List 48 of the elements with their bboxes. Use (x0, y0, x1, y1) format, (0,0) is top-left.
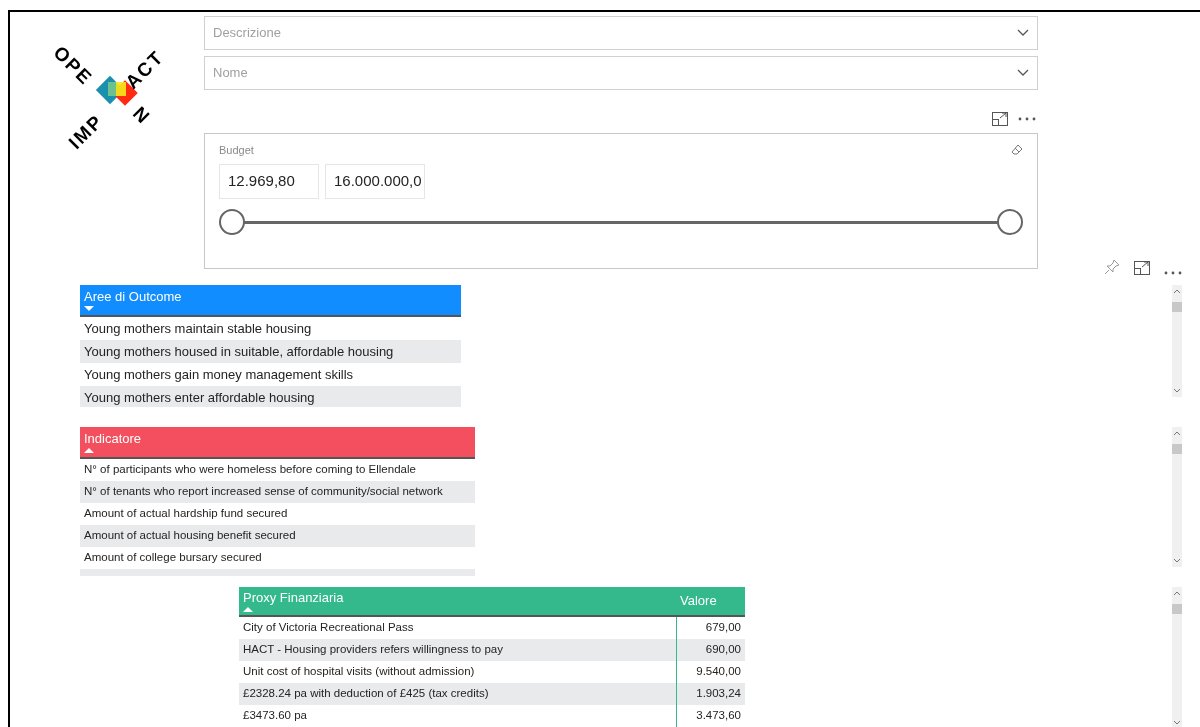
column-header[interactable]: Valore (676, 587, 745, 615)
scroll-down-icon[interactable] (1173, 558, 1181, 563)
table-cell-text: Unit cost of hospital visits (without admission) (242, 664, 476, 680)
chevron-down-icon (1017, 29, 1029, 37)
table-cell-text: Amount of actual hardship fund secured (83, 506, 289, 522)
scrollbar[interactable] (1172, 587, 1182, 727)
table-cell-text: Young mothers gain money management skills (83, 365, 355, 384)
table-cell-text: N° of tenants who report increased sense of community/social network (83, 484, 444, 500)
slicer-title: Budget (219, 143, 254, 158)
column-header[interactable]: Aree di Outcome (80, 285, 461, 315)
scrollbar-thumb[interactable] (1172, 604, 1182, 614)
table-cell-text: Young mothers enter affordable housing (83, 388, 316, 407)
more-options-icon[interactable] (1164, 271, 1182, 275)
chevron-down-icon (1017, 69, 1029, 77)
dropdown-field[interactable]: Descrizione (204, 16, 1038, 50)
slider-thumb[interactable] (219, 208, 245, 235)
table-cell-text: Amount of actual housing benefit secured (83, 528, 297, 544)
table-cell-text: £2328.24 pa with deduction of £425 (tax credits) (242, 686, 490, 702)
slider-thumb[interactable] (997, 208, 1023, 235)
table-cell-text: Young mothers maintain stable housing (83, 319, 313, 338)
max-value-field[interactable]: 16.000.000,0 (325, 163, 425, 199)
scroll-down-icon[interactable] (1173, 388, 1181, 393)
table-cell-text: Amount of college bursary secured (83, 550, 263, 566)
dropdown-field[interactable]: Nome (204, 56, 1038, 90)
table-cell-text: City of Victoria Recreational Pass (242, 620, 415, 636)
scrollbar[interactable] (1172, 285, 1182, 397)
table-cell-text: £3473.60 pa (242, 708, 308, 724)
table-cell-text: Young mothers housed in suitable, affordable housing (83, 342, 395, 361)
min-value-field[interactable]: 12.969,80 (219, 163, 319, 199)
table-cell-text: HACT - Housing providers refers willingness to pay (242, 642, 504, 658)
column-header[interactable]: Indicatore (80, 427, 475, 457)
logo-text: N (129, 103, 155, 128)
more-options-icon[interactable] (1018, 116, 1036, 121)
column-header[interactable]: Proxy Finanziaria (239, 587, 676, 615)
focus-mode-icon[interactable] (1134, 261, 1150, 275)
scrollbar-thumb[interactable] (1172, 444, 1182, 454)
range-slider[interactable] (219, 207, 1023, 236)
scrollbar[interactable] (1172, 427, 1182, 567)
table-cell: 3.473,60 (676, 705, 745, 727)
pin-icon[interactable] (1104, 259, 1120, 275)
table-cell-text: N° of participants who were homeless before coming to Ellendale (83, 462, 417, 478)
focus-mode-icon[interactable] (992, 111, 1008, 126)
eraser-icon[interactable] (1011, 144, 1023, 157)
scroll-down-icon[interactable] (1173, 720, 1181, 725)
scrollbar-thumb[interactable] (1172, 302, 1182, 312)
scroll-up-icon[interactable] (1173, 431, 1181, 436)
scroll-up-icon[interactable] (1173, 289, 1181, 294)
scroll-up-icon[interactable] (1173, 591, 1181, 596)
